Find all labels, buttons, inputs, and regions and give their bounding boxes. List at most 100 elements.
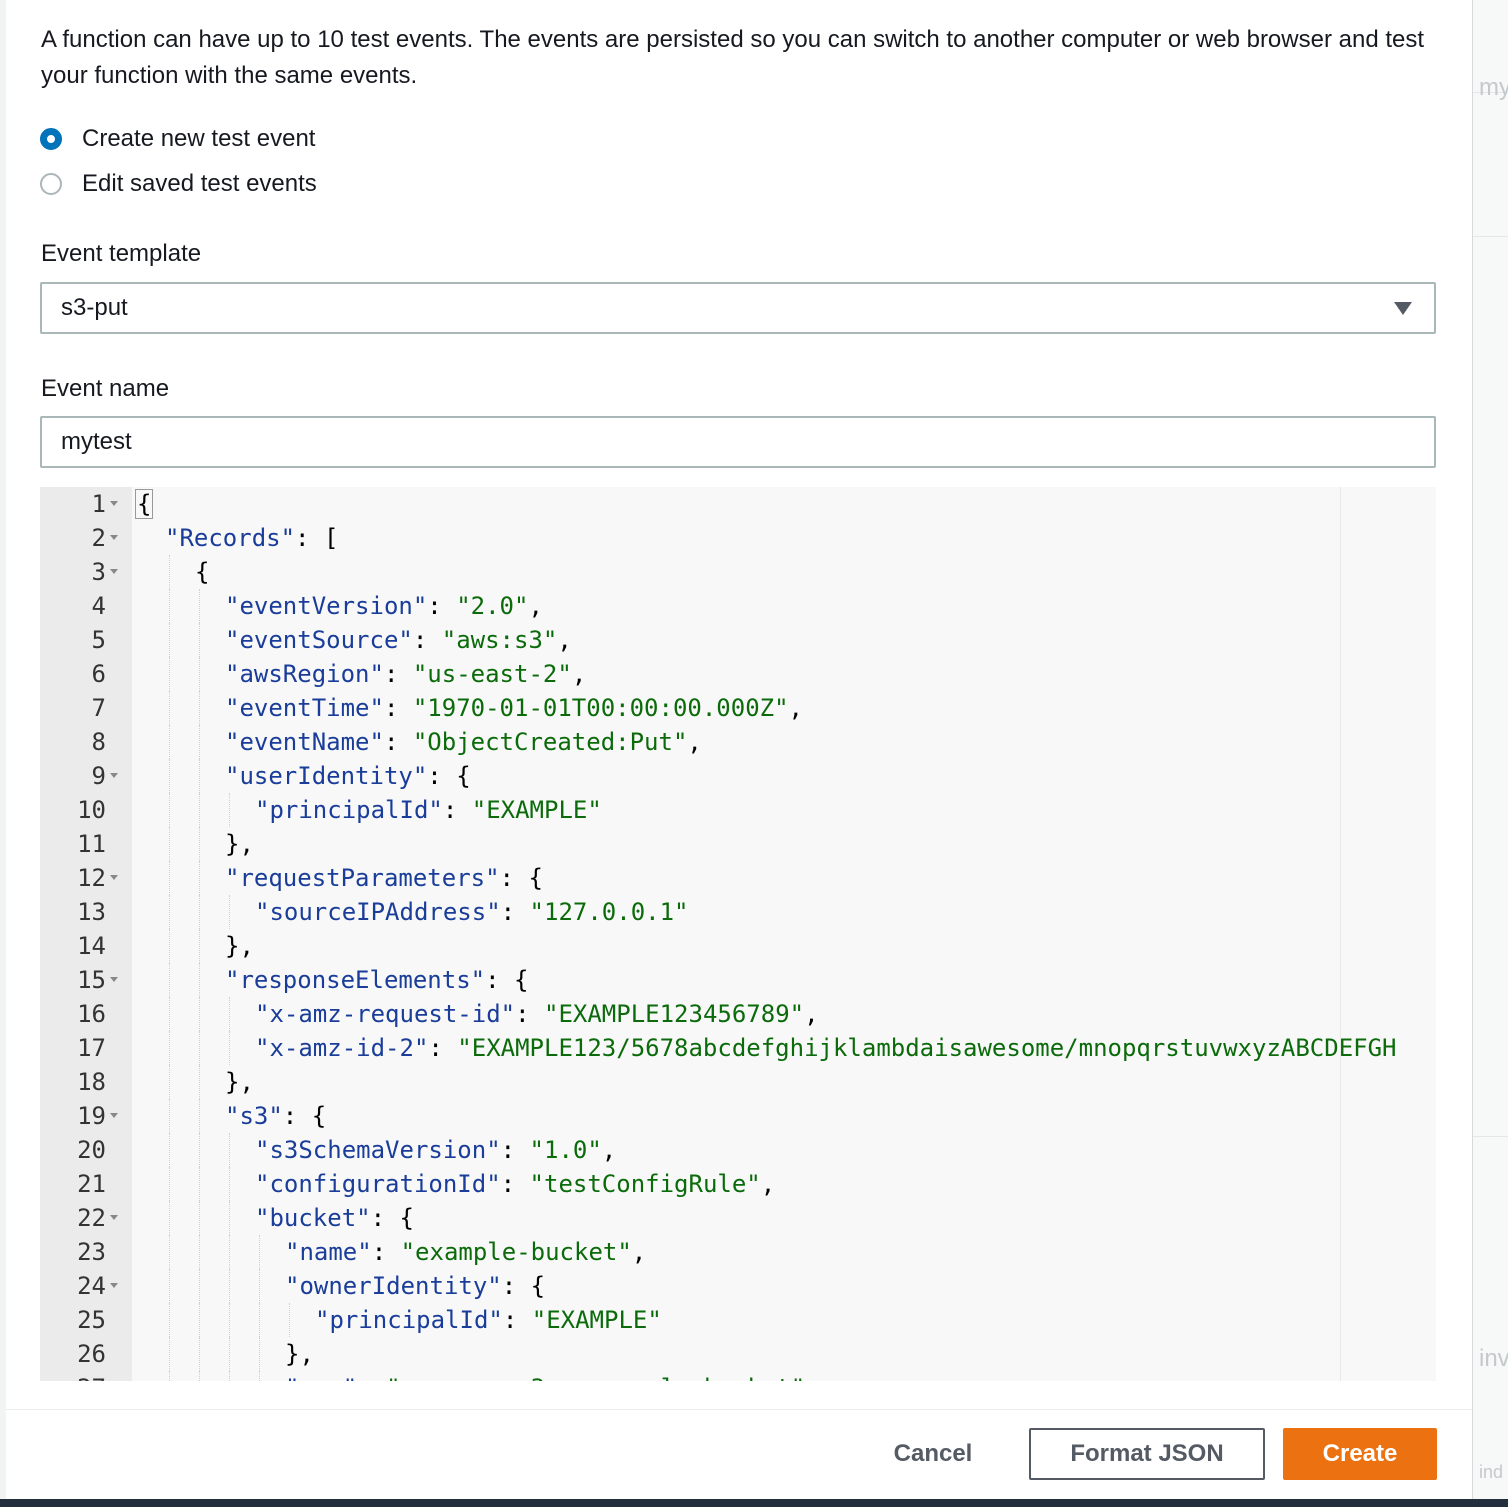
- indent-guide: [199, 1235, 201, 1269]
- fold-arrow-icon[interactable]: [110, 501, 118, 506]
- code-text: "responseElements": {: [225, 963, 528, 997]
- code-text: "Records": [: [165, 521, 338, 555]
- code-text: "sourceIPAddress": "127.0.0.1": [255, 895, 689, 929]
- json-string: "testConfigRule": [529, 1170, 761, 1198]
- fold-arrow-icon[interactable]: [110, 773, 118, 778]
- line-number: 14: [77, 932, 106, 960]
- code-line: 20 "s3SchemaVersion": "1.0",: [40, 1133, 1436, 1167]
- line-number: 21: [77, 1170, 106, 1198]
- json-key: "Records": [165, 524, 296, 552]
- json-key: "eventVersion": [225, 592, 428, 620]
- code-line: 19 "s3": {: [40, 1099, 1436, 1133]
- indent-guide: [199, 589, 201, 623]
- code-line: 8 "eventName": "ObjectCreated:Put",: [40, 725, 1436, 759]
- code-line: 9 "userIdentity": {: [40, 759, 1436, 793]
- indent-guide: [229, 1337, 231, 1371]
- line-number: 8: [91, 728, 106, 756]
- json-punctuation: },: [225, 1068, 254, 1096]
- radio-create-new-test-event[interactable]: Create new test event: [40, 121, 315, 157]
- json-code-editor[interactable]: 1{2 "Records": [3{4 "eventVersion": "2.0",…: [40, 487, 1436, 1381]
- indent-guide: [169, 725, 171, 759]
- json-key: "eventSource": [225, 626, 413, 654]
- code-text: "s3SchemaVersion": "1.0",: [255, 1133, 616, 1167]
- json-punctuation: ,: [687, 728, 702, 756]
- code-line: 4 "eventVersion": "2.0",: [40, 589, 1436, 623]
- fold-arrow-icon[interactable]: [110, 569, 118, 574]
- fold-arrow-icon[interactable]: [110, 875, 118, 880]
- indent-guide: [229, 793, 231, 827]
- json-punctuation: :: [500, 898, 530, 926]
- json-string: "arn:aws:s3:::example-bucket": [386, 1374, 805, 1381]
- indent-guide: [199, 997, 201, 1031]
- indent-guide: [169, 691, 171, 725]
- line-number: 22: [77, 1204, 106, 1232]
- radio-edit-saved-test-events[interactable]: Edit saved test events: [40, 166, 317, 202]
- json-punctuation: ,: [571, 660, 587, 688]
- indent-guide: [199, 861, 201, 895]
- code-line: 7 "eventTime": "1970-01-01T00:00:00.000Z"…: [40, 691, 1436, 725]
- background-page: my inv ind: [1472, 0, 1508, 1507]
- code-line: 23 "name": "example-bucket",: [40, 1235, 1436, 1269]
- line-number: 18: [77, 1068, 106, 1096]
- indent-guide: [199, 1031, 201, 1065]
- json-punctuation: : {: [427, 762, 471, 790]
- json-punctuation: ,: [788, 694, 803, 722]
- code-line: 6 "awsRegion": "us-east-2",: [40, 657, 1436, 691]
- indent-guide: [169, 623, 171, 657]
- json-string: "127.0.0.1": [529, 898, 689, 926]
- json-string: "EXAMPLE": [531, 1306, 662, 1334]
- format-json-button[interactable]: Format JSON: [1029, 1428, 1265, 1480]
- indent-guide: [229, 1269, 231, 1303]
- indent-guide: [229, 1371, 231, 1381]
- json-punctuation: :: [442, 796, 472, 824]
- indent-guide: [199, 759, 201, 793]
- indent-guide: [259, 1337, 261, 1371]
- line-number: 25: [77, 1306, 106, 1334]
- radio-button[interactable]: [40, 128, 62, 150]
- fold-arrow-icon[interactable]: [110, 1215, 118, 1220]
- json-string: "1.0": [529, 1136, 602, 1164]
- line-number: 5: [91, 626, 106, 654]
- fold-arrow-icon[interactable]: [110, 1283, 118, 1288]
- indent-guide: [229, 1235, 231, 1269]
- json-key: "x-amz-request-id": [255, 1000, 516, 1028]
- line-number: 4: [91, 592, 106, 620]
- code-line: 22 "bucket": {: [40, 1201, 1436, 1235]
- code-text: "eventName": "ObjectCreated:Put",: [225, 725, 702, 759]
- indent-guide: [169, 793, 171, 827]
- create-button[interactable]: Create: [1283, 1428, 1437, 1480]
- event-name-input[interactable]: [40, 416, 1436, 468]
- indent-guide: [229, 1031, 231, 1065]
- json-punctuation: : {: [370, 1204, 414, 1232]
- code-text: },: [225, 1065, 254, 1099]
- line-number: 7: [91, 694, 106, 722]
- json-punctuation: :: [357, 1374, 386, 1381]
- indent-guide: [169, 1031, 171, 1065]
- event-name-label: Event name: [41, 375, 170, 402]
- json-punctuation: : {: [282, 1102, 327, 1130]
- line-number: 6: [91, 660, 106, 688]
- code-line: 18},: [40, 1065, 1436, 1099]
- indent-guide: [169, 997, 171, 1031]
- code-line: 12 "requestParameters": {: [40, 861, 1436, 895]
- line-number: 20: [77, 1136, 106, 1164]
- json-punctuation: :: [500, 1170, 530, 1198]
- indent-guide: [169, 1065, 171, 1099]
- json-key: "eventName": [225, 728, 384, 756]
- indent-guide: [169, 895, 171, 929]
- fold-arrow-icon[interactable]: [110, 1113, 118, 1118]
- fold-arrow-icon[interactable]: [110, 977, 118, 982]
- radio-button[interactable]: [40, 173, 62, 195]
- cancel-button[interactable]: Cancel: [868, 1428, 998, 1480]
- fold-arrow-icon[interactable]: [110, 535, 118, 540]
- event-template-select[interactable]: s3-put: [40, 282, 1436, 334]
- indent-guide: [199, 793, 201, 827]
- line-number: 19: [77, 1102, 106, 1130]
- json-punctuation: },: [285, 1340, 314, 1368]
- code-text: "s3": {: [225, 1099, 326, 1133]
- json-key: "arn": [285, 1374, 357, 1381]
- json-punctuation: :: [500, 1136, 530, 1164]
- json-punctuation: :: [383, 660, 413, 688]
- code-line: 26},: [40, 1337, 1436, 1371]
- json-key: "awsRegion": [225, 660, 384, 688]
